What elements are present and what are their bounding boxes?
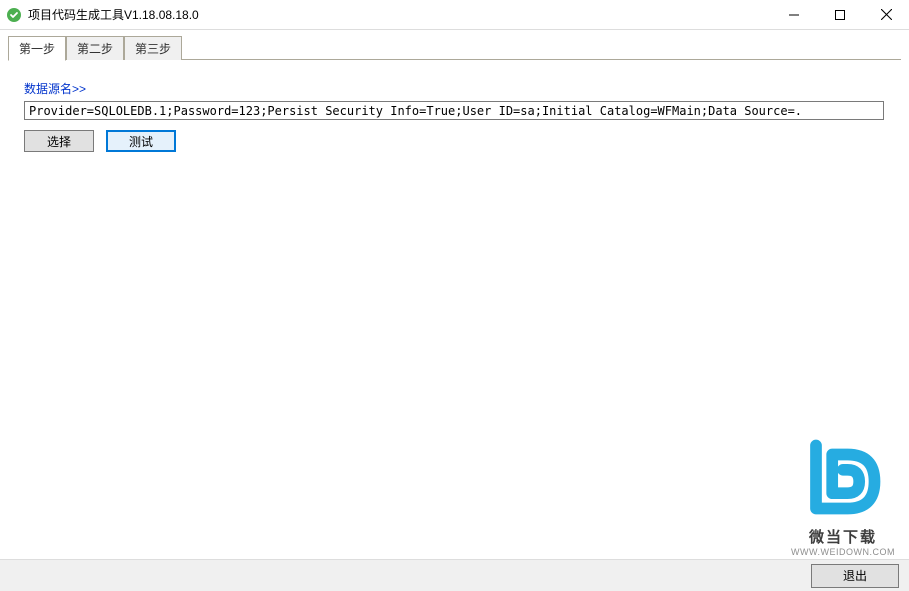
- tab-step3[interactable]: 第三步: [124, 36, 182, 60]
- maximize-button[interactable]: [817, 0, 863, 29]
- minimize-button[interactable]: [771, 0, 817, 29]
- window-controls: [771, 0, 909, 29]
- tab-step2[interactable]: 第二步: [66, 36, 124, 60]
- bottom-bar: 退出: [0, 559, 909, 591]
- titlebar: 项目代码生成工具V1.18.08.18.0: [0, 0, 909, 30]
- exit-button[interactable]: 退出: [811, 564, 899, 588]
- watermark-logo-icon: [798, 432, 888, 522]
- close-button[interactable]: [863, 0, 909, 29]
- button-row: 选择 测试: [24, 130, 885, 152]
- app-icon: [6, 7, 22, 23]
- datasource-label: 数据源名>>: [24, 80, 885, 97]
- watermark-text: 微当下载: [791, 526, 895, 547]
- watermark: 微当下载 WWW.WEIDOWN.COM: [791, 432, 895, 557]
- tab-bar: 第一步 第二步 第三步: [0, 30, 909, 60]
- tab-step1[interactable]: 第一步: [8, 36, 66, 61]
- connection-string-input[interactable]: [24, 101, 884, 120]
- tab-panel-step1: 数据源名>> 选择 测试: [0, 60, 909, 172]
- watermark-url: WWW.WEIDOWN.COM: [791, 547, 895, 557]
- select-button[interactable]: 选择: [24, 130, 94, 152]
- test-button[interactable]: 测试: [106, 130, 176, 152]
- window-title: 项目代码生成工具V1.18.08.18.0: [28, 6, 199, 23]
